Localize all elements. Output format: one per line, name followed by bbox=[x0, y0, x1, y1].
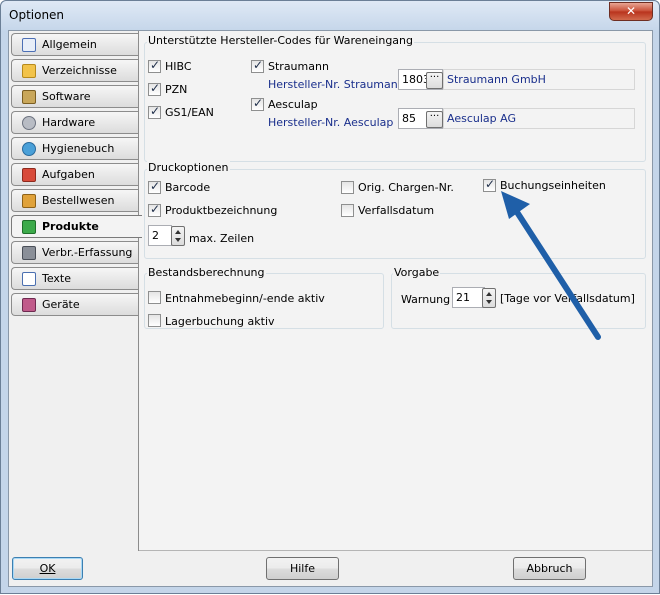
warning-days-spinner[interactable] bbox=[482, 288, 496, 308]
manufacturer-codes-title: Unterstützte Hersteller-Codes für Warene… bbox=[147, 34, 415, 47]
spin-up-icon bbox=[486, 292, 492, 296]
gs1-ean-label: GS1/EAN bbox=[165, 106, 214, 119]
devices-icon bbox=[22, 298, 36, 312]
straumann-label: Straumann bbox=[268, 60, 329, 73]
hibc-label: HIBC bbox=[165, 60, 192, 73]
max-rows-spinner[interactable] bbox=[171, 226, 185, 246]
warning-unit-label: [Tage vor Verfallsdatum] bbox=[500, 292, 635, 305]
produktbezeichnung-checkbox[interactable] bbox=[148, 202, 161, 217]
globe-icon bbox=[22, 142, 36, 156]
ok-button[interactable]: OK bbox=[12, 557, 83, 580]
buchungseinheiten-checkbox[interactable] bbox=[483, 177, 496, 192]
aesculap-name-field: Aesculap AG bbox=[443, 108, 635, 129]
straumann-nr-label: Hersteller-Nr. Straumann bbox=[268, 78, 405, 91]
tab-software[interactable]: Software bbox=[11, 85, 138, 108]
barcode-label: Barcode bbox=[165, 181, 211, 194]
max-rows-label: max. Zeilen bbox=[189, 232, 255, 245]
barcode-checkbox[interactable] bbox=[148, 179, 161, 194]
help-button-label: Hilfe bbox=[289, 562, 316, 575]
tab-label: Software bbox=[42, 90, 91, 103]
pzn-checkbox[interactable] bbox=[148, 81, 161, 96]
tab-bestellwesen[interactable]: Bestellwesen bbox=[11, 189, 138, 212]
close-icon: ✕ bbox=[625, 4, 637, 18]
tab-hardware[interactable]: Hardware bbox=[11, 111, 138, 134]
spin-down-icon bbox=[175, 238, 181, 242]
options-window: Optionen ✕ Allgemein Verzeichnisse Softw… bbox=[0, 0, 660, 594]
pzn-label: PZN bbox=[165, 83, 188, 96]
tab-produkte[interactable]: Produkte bbox=[11, 215, 142, 238]
dialog-client-area: Allgemein Verzeichnisse Software Hardwar… bbox=[8, 30, 653, 587]
entnahme-label: Entnahmebeginn/-ende aktiv bbox=[165, 292, 325, 305]
straumann-checkbox[interactable] bbox=[251, 58, 264, 73]
product-icon bbox=[22, 220, 36, 234]
scanner-icon bbox=[22, 246, 36, 260]
window-title: Optionen bbox=[9, 8, 65, 22]
aesculap-label: Aesculap bbox=[268, 98, 318, 111]
lagerbuchung-checkbox[interactable] bbox=[148, 314, 161, 327]
tab-label: Verzeichnisse bbox=[42, 64, 117, 77]
tab-label: Hygienebuch bbox=[42, 142, 115, 155]
ok-button-label: OK bbox=[39, 562, 56, 575]
tab-texte[interactable]: Texte bbox=[11, 267, 138, 290]
buchungseinheiten-label: Buchungseinheiten bbox=[500, 179, 606, 192]
tab-label: Aufgaben bbox=[42, 168, 95, 181]
tab-verzeichnisse[interactable]: Verzeichnisse bbox=[11, 59, 138, 82]
manufacturer-codes-group bbox=[144, 42, 646, 162]
straumann-name-field: Straumann GmbH bbox=[443, 69, 635, 90]
help-button[interactable]: Hilfe bbox=[266, 557, 339, 580]
spin-up-icon bbox=[175, 230, 181, 234]
tab-label: Hardware bbox=[42, 116, 96, 129]
tab-label: Bestellwesen bbox=[42, 194, 115, 207]
products-panel: Unterstützte Hersteller-Codes für Warene… bbox=[139, 31, 652, 551]
close-button[interactable]: ✕ bbox=[609, 2, 653, 21]
spin-down-icon bbox=[486, 300, 492, 304]
entnahme-checkbox[interactable] bbox=[148, 291, 161, 304]
aesculap-nr-label: Hersteller-Nr. Aesculap bbox=[268, 116, 394, 129]
max-rows-input[interactable]: 2 bbox=[148, 225, 172, 246]
verfallsdatum-checkbox[interactable] bbox=[341, 204, 354, 217]
aesculap-lookup-button[interactable]: ··· bbox=[426, 111, 443, 128]
tab-label: Geräte bbox=[42, 298, 80, 311]
tab-label: Texte bbox=[42, 272, 72, 285]
gear-icon bbox=[22, 116, 36, 130]
tab-geraete[interactable]: Geräte bbox=[11, 293, 138, 316]
print-options-title: Druckoptionen bbox=[147, 161, 230, 174]
tab-label: Produkte bbox=[42, 220, 99, 233]
default-group-title: Vorgabe bbox=[393, 266, 441, 279]
tab-allgemein[interactable]: Allgemein bbox=[11, 33, 138, 56]
warning-days-input[interactable]: 21 bbox=[452, 287, 485, 308]
cart-box-icon bbox=[22, 194, 36, 208]
tab-hygienebuch[interactable]: Hygienebuch bbox=[11, 137, 138, 160]
warning-label: Warnung bbox=[401, 293, 451, 306]
straumann-lookup-button[interactable]: ··· bbox=[426, 72, 443, 89]
folder-icon bbox=[22, 64, 36, 78]
checklist-icon bbox=[22, 38, 36, 52]
chargen-nr-checkbox[interactable] bbox=[341, 181, 354, 194]
hibc-checkbox[interactable] bbox=[148, 58, 161, 73]
tab-label: Allgemein bbox=[42, 38, 97, 51]
document-icon bbox=[22, 272, 36, 286]
tab-aufgaben[interactable]: Aufgaben bbox=[11, 163, 138, 186]
verfallsdatum-label: Verfallsdatum bbox=[358, 204, 435, 217]
tab-label: Verbr.-Erfassung bbox=[42, 246, 133, 259]
gs1-ean-checkbox[interactable] bbox=[148, 104, 161, 119]
stock-calculation-title: Bestandsberechnung bbox=[147, 266, 266, 279]
chargen-nr-label: Orig. Chargen-Nr. bbox=[358, 181, 454, 194]
produktbezeichnung-label: Produktbezeichnung bbox=[165, 204, 278, 217]
pen-icon bbox=[22, 168, 36, 182]
tab-verbr-erfassung[interactable]: Verbr.-Erfassung bbox=[11, 241, 138, 264]
lagerbuchung-label: Lagerbuchung aktiv bbox=[165, 315, 275, 328]
aesculap-checkbox[interactable] bbox=[251, 96, 264, 111]
title-bar[interactable]: Optionen ✕ bbox=[1, 1, 659, 31]
software-box-icon bbox=[22, 90, 36, 104]
cancel-button-label: Abbruch bbox=[526, 562, 573, 575]
cancel-button[interactable]: Abbruch bbox=[513, 557, 586, 580]
